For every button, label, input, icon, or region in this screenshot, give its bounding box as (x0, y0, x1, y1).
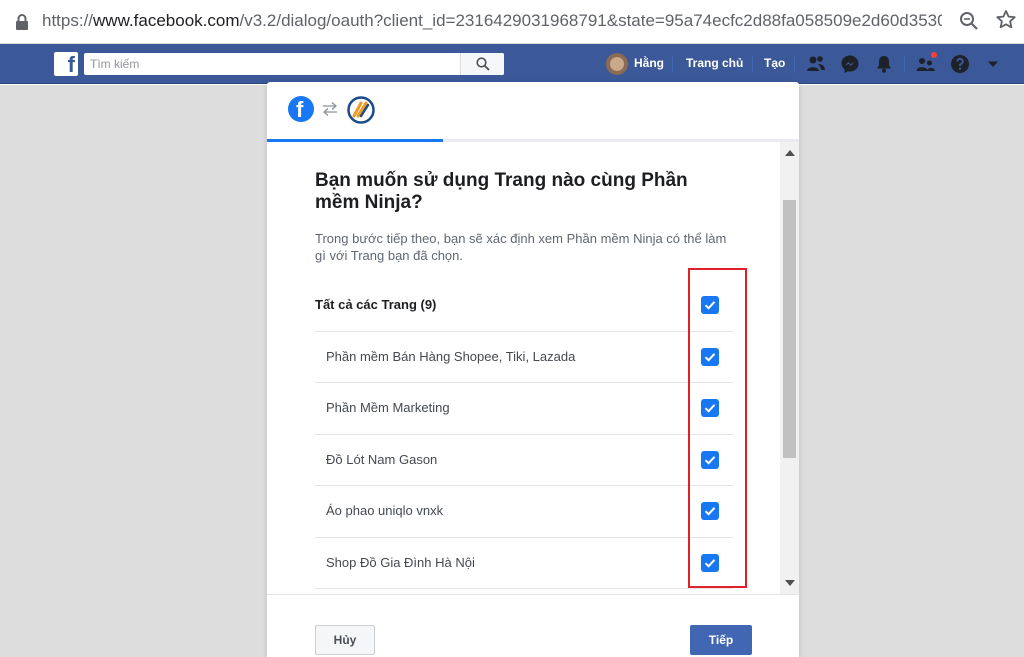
nav-divider (904, 56, 905, 72)
lock-icon (16, 14, 28, 30)
messenger-icon[interactable] (840, 54, 860, 74)
url-path: /v3.2/dialog/oauth?client_id=23164290319… (239, 11, 942, 30)
create-link[interactable]: Tạo (764, 56, 785, 70)
browser-address-bar: https://www.facebook.com/v3.2/dialog/oau… (0, 0, 1024, 44)
exchange-arrows-icon (323, 102, 337, 116)
facebook-circle-icon: f (288, 96, 314, 122)
facebook-logo-icon[interactable]: f (54, 52, 78, 77)
ninja-app-logo-icon (347, 96, 375, 124)
page-row[interactable]: Áo phao uniqlo vnxk (315, 486, 733, 538)
notification-badge (930, 51, 938, 59)
page-label: Đồ Lót Nam Gason (326, 451, 438, 467)
page-label: Phần Mềm Marketing (326, 400, 450, 415)
notifications-bell-icon[interactable] (874, 54, 894, 74)
oauth-dialog: f Bạn muốn sử dụng Trang nào cùng Phần m… (267, 82, 799, 657)
search-bar (84, 53, 504, 75)
page-label: Áo phao uniqlo vnxk (326, 503, 444, 518)
url-scheme: https:// (42, 11, 94, 30)
home-link[interactable]: Trang chủ (686, 56, 743, 70)
account-menu-caret-icon[interactable] (986, 57, 1000, 71)
page-label: Shop Đồ Gia Đình Hà Nội (326, 554, 475, 570)
profile-link[interactable]: Hằng (634, 56, 664, 70)
dialog-footer: Hủy Tiếp (267, 594, 799, 657)
url-field[interactable]: https://www.facebook.com/v3.2/dialog/oau… (42, 11, 942, 31)
page-label: Phần mềm Bán Hàng Shopee, Tiki, Lazada (326, 348, 576, 364)
dialog-title: Bạn muốn sử dụng Trang nào cùng Phần mềm… (315, 170, 688, 213)
url-host: www.facebook.com (93, 11, 240, 30)
search-icon (476, 57, 490, 71)
nav-divider (672, 56, 673, 72)
select-all-pages-row[interactable]: Tất cả các Trang (9) (315, 280, 733, 332)
scroll-up-arrow-icon[interactable] (785, 150, 795, 156)
help-icon[interactable] (950, 54, 970, 74)
user-avatar[interactable] (606, 53, 628, 75)
checkbox-highlight-box (688, 268, 747, 588)
friend-requests-icon[interactable] (806, 54, 826, 74)
nav-divider (794, 56, 795, 72)
zoom-icon[interactable] (958, 10, 980, 32)
cancel-button[interactable]: Hủy (315, 625, 375, 655)
page-row[interactable]: Phần Mềm Marketing (315, 383, 733, 435)
search-button[interactable] (460, 53, 504, 75)
scrollbar-thumb[interactable] (783, 200, 796, 458)
nav-divider (752, 56, 753, 72)
select-all-label: Tất cả các Trang (9) (315, 297, 437, 312)
dialog-scrollbar[interactable] (780, 142, 799, 594)
next-button[interactable]: Tiếp (690, 625, 752, 655)
dialog-description: Trong bước tiếp theo, bạn sẽ xác định xe… (315, 231, 727, 263)
facebook-top-nav: f Hằng Trang chủ Tạo (0, 44, 1024, 84)
page-row[interactable]: Đồ Lót Nam Gason (315, 435, 733, 486)
page-list: Tất cả các Trang (9) Phần mềm Bán Hàng S… (315, 280, 733, 589)
search-input[interactable] (84, 53, 464, 75)
page-row[interactable]: Phần mềm Bán Hàng Shopee, Tiki, Lazada (315, 332, 733, 383)
dialog-header: f (267, 82, 799, 142)
scroll-down-arrow-icon[interactable] (785, 580, 795, 586)
page-row[interactable]: Shop Đồ Gia Đình Hà Nội (315, 538, 733, 589)
dialog-body: Bạn muốn sử dụng Trang nào cùng Phần mềm… (267, 142, 799, 594)
bookmark-star-icon[interactable] (994, 8, 1018, 32)
